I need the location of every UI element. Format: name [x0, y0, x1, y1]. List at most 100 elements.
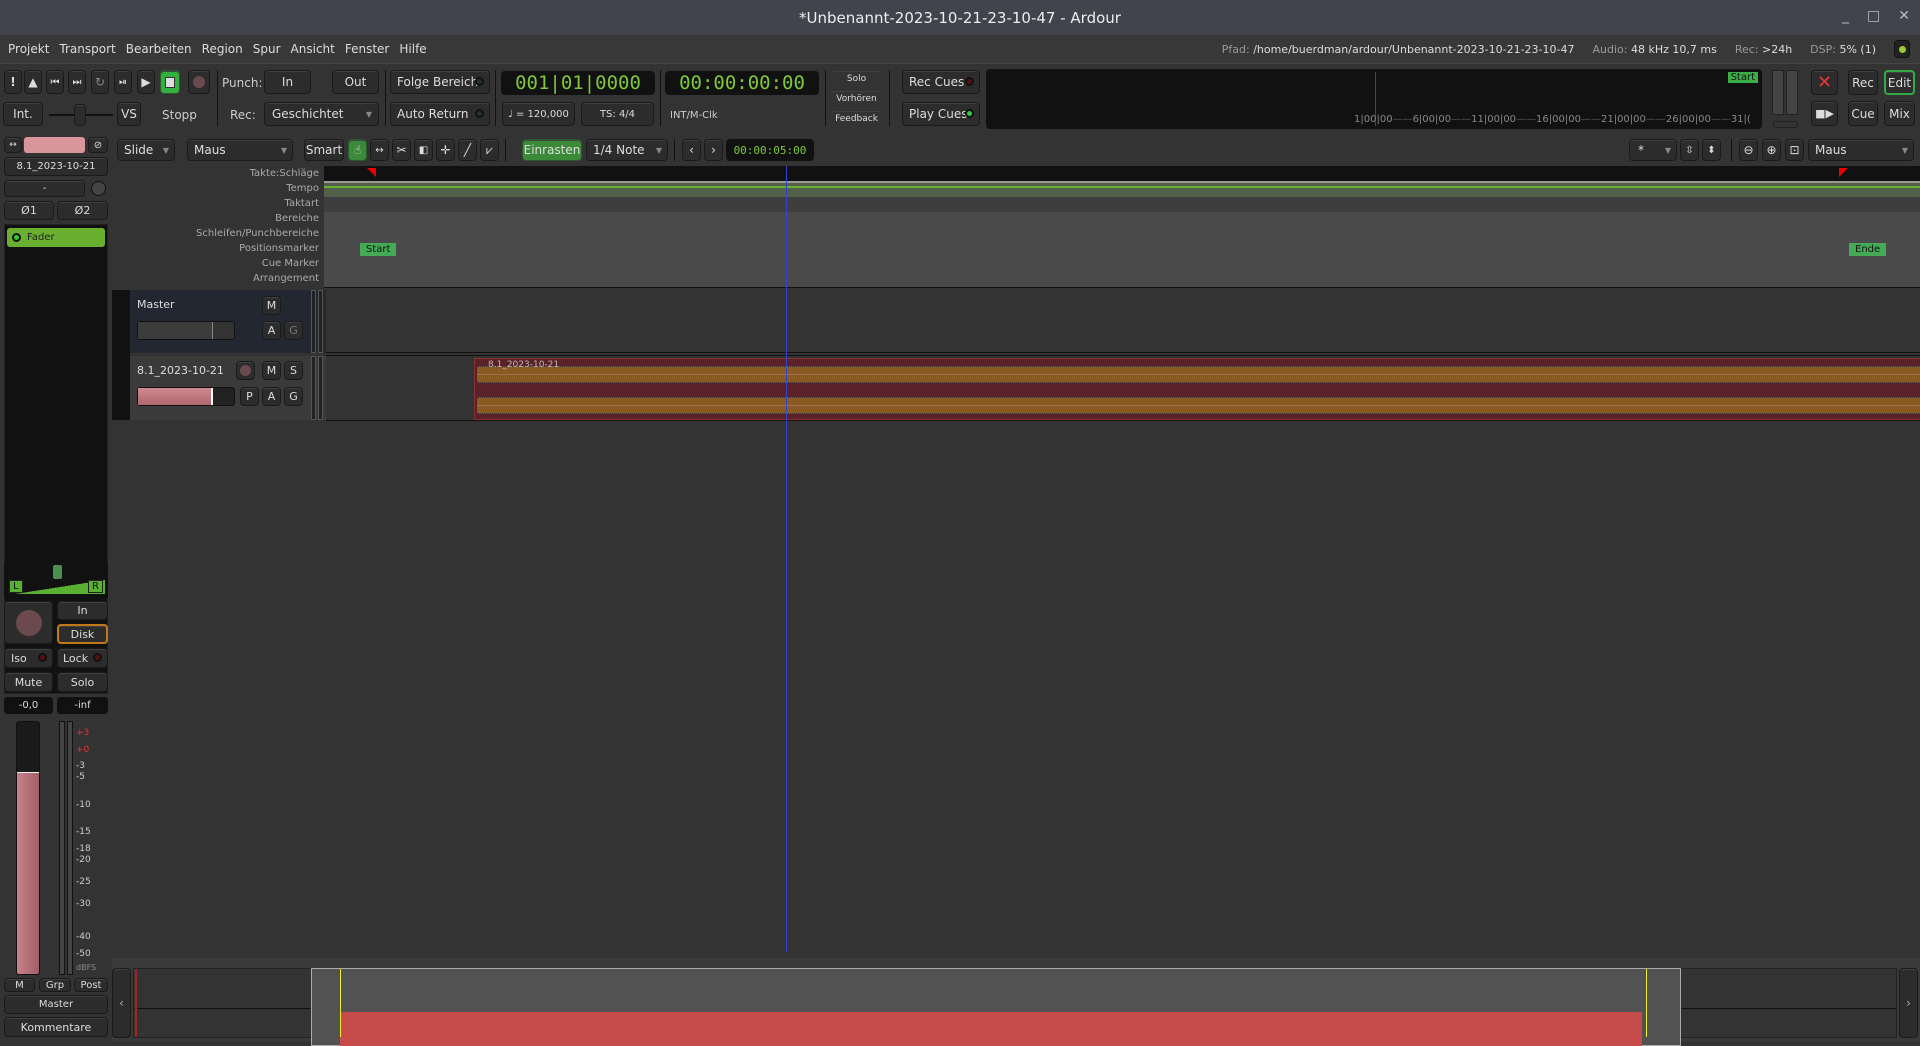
ruler-label-arrangement[interactable]: Arrangement — [112, 271, 322, 286]
mix-window-button[interactable]: Mix — [1884, 101, 1915, 126]
metronome-icon[interactable]: ▲ — [24, 70, 42, 94]
end-marker[interactable]: Ende — [1849, 243, 1887, 256]
input-meter-peak[interactable] — [1773, 121, 1798, 128]
shuttle-slider[interactable] — [74, 104, 86, 126]
menu-hilfe[interactable]: Hilfe — [399, 42, 426, 56]
ruler-label-loop-punch[interactable]: Schleifen/Punchbereiche — [112, 226, 322, 241]
peak-display[interactable]: -inf — [57, 697, 108, 714]
ruler-label-cue-markers[interactable]: Cue Marker — [112, 256, 322, 271]
edit-mode-dropdown[interactable]: Slide ▼ — [117, 139, 175, 161]
audition-indicator[interactable]: Vorhören — [830, 90, 883, 107]
error-log-icon[interactable]: ✕ — [1811, 70, 1838, 95]
grab-tool-icon[interactable]: ☝ — [348, 139, 367, 161]
nudge-backward-icon[interactable]: ‹ — [682, 139, 701, 161]
automation-button[interactable]: A — [262, 321, 281, 340]
menu-fenster[interactable]: Fenster — [345, 42, 390, 56]
grid-tool-icon[interactable]: ✛ — [436, 139, 455, 161]
goto-start-icon[interactable]: ⏮ — [46, 70, 64, 94]
menu-projekt[interactable]: Projekt — [8, 42, 49, 56]
edit-window-button[interactable]: Edit — [1884, 70, 1915, 95]
stretch-tool-icon[interactable]: ◧ — [414, 139, 433, 161]
secondary-clock-timecode[interactable]: 00:00:00:00 — [665, 71, 819, 95]
mute-button[interactable]: M — [262, 296, 281, 315]
gain-fader[interactable] — [16, 721, 40, 975]
auto-return-button[interactable]: Auto Return — [390, 102, 490, 126]
group-button[interactable]: G — [284, 321, 303, 340]
rec-window-button[interactable]: Rec — [1848, 70, 1878, 95]
zoom-focus-dropdown[interactable]: Maus ▼ — [1808, 139, 1914, 161]
rec-enable-button[interactable] — [4, 601, 53, 644]
range-tool-icon[interactable]: ↔ — [370, 139, 389, 161]
output-button[interactable]: Master — [4, 995, 108, 1014]
summary-overview[interactable] — [133, 968, 1897, 1046]
gain-display[interactable]: -0,0 — [4, 697, 53, 714]
goto-end-icon[interactable]: ⏭ — [68, 70, 86, 94]
tempo-button[interactable]: ♩ = 120,000 — [502, 102, 575, 126]
summary-scroll-right-icon[interactable]: › — [1899, 968, 1918, 1038]
track-gain-fader[interactable] — [137, 387, 235, 406]
menu-region[interactable]: Region — [202, 42, 243, 56]
meter-ruler[interactable] — [324, 197, 1920, 212]
audio-track-lane[interactable]: 8.1_2023-10-21 — [326, 355, 1920, 421]
panic-icon[interactable]: ! — [4, 70, 22, 94]
meter-point-m-button[interactable]: M — [4, 978, 35, 992]
track-header-master[interactable]: Master M A G — [130, 290, 326, 353]
fader-processor[interactable]: Fader — [7, 228, 105, 247]
punch-out-button[interactable]: Out — [332, 70, 379, 94]
playhead[interactable] — [786, 166, 787, 952]
zoom-in-icon[interactable]: ⊕ — [1762, 139, 1781, 161]
menu-transport[interactable]: Transport — [59, 42, 115, 56]
ruler-label-markers[interactable]: Positionsmarker — [112, 241, 322, 256]
track-color-swatch[interactable] — [24, 137, 85, 153]
menu-spur[interactable]: Spur — [253, 42, 281, 56]
phase-invert-1-button[interactable]: Ø1 — [4, 201, 54, 220]
meter-point-button[interactable]: Post — [74, 978, 108, 992]
follow-range-button[interactable]: Folge Bereich — [390, 70, 490, 94]
minimize-icon[interactable]: _ — [1842, 8, 1849, 24]
feedback-indicator[interactable]: Feedback — [830, 110, 883, 127]
tracks-canvas[interactable]: Master M A G 8.1_2023-10-21 M S P A G 8.… — [112, 288, 1920, 958]
track-name[interactable]: Master — [137, 298, 175, 311]
mute-button[interactable]: Mute — [4, 672, 53, 692]
maximize-icon[interactable]: □ — [1867, 8, 1880, 24]
master-track-lane[interactable] — [326, 290, 1920, 353]
input-trim-knob[interactable] — [91, 181, 106, 196]
monitor-disk-button[interactable]: Disk — [57, 624, 108, 644]
rec-arm-button[interactable] — [236, 361, 255, 380]
nudge-forward-icon[interactable]: › — [704, 139, 723, 161]
menu-bearbeiten[interactable]: Bearbeiten — [126, 42, 192, 56]
summary-pane[interactable]: ‹ › — [112, 958, 1920, 1046]
zoom-preset-dropdown[interactable]: * ▼ — [1629, 139, 1677, 161]
record-icon[interactable] — [188, 70, 210, 94]
cue-window-button[interactable]: Cue — [1848, 101, 1878, 126]
lock-button[interactable]: Lock — [57, 648, 108, 668]
hide-strip-icon[interactable]: ⊘ — [88, 137, 108, 153]
zoom-to-session-icon[interactable]: ⊡ — [1785, 139, 1804, 161]
monitor-input-button[interactable]: In — [57, 601, 108, 620]
shrink-tracks-icon[interactable]: ⇳ — [1680, 139, 1699, 161]
track-name[interactable]: 8.1_2023-10-21 — [137, 364, 224, 377]
smart-mode-button[interactable]: Smart — [304, 139, 344, 161]
vs-button[interactable]: VS — [117, 102, 141, 126]
ruler-label-meter[interactable]: Taktart — [112, 196, 322, 211]
playlist-button[interactable]: P — [240, 387, 259, 406]
width-toggle-icon[interactable]: ↔ — [4, 137, 22, 153]
primary-clock-bbt[interactable]: 001|01|0000 — [501, 71, 655, 95]
nudge-clock[interactable]: 00:00:05:00 — [726, 139, 814, 161]
iso-button[interactable]: Iso — [4, 648, 53, 668]
draw-tool-icon[interactable]: ╱ — [458, 139, 477, 161]
ruler-label-bbt[interactable]: Takte:Schläge — [112, 166, 322, 181]
play-icon[interactable]: ▶ — [137, 70, 155, 94]
panner[interactable]: L R — [4, 563, 108, 598]
pan-handle[interactable] — [53, 565, 62, 579]
ruler-label-ranges[interactable]: Bereiche — [112, 211, 322, 226]
start-marker[interactable]: Start — [360, 243, 397, 256]
mini-start-marker[interactable]: Start — [1727, 72, 1758, 83]
track-header-audio[interactable]: 8.1_2023-10-21 M S P A G — [130, 356, 326, 420]
solo-button[interactable]: Solo — [57, 672, 108, 692]
mute-button[interactable]: M — [262, 361, 281, 380]
rulers-area[interactable]: Start Ende — [324, 166, 1920, 288]
play-cues-button[interactable]: Play Cues — [902, 102, 980, 126]
dsp-led-button[interactable] — [1894, 40, 1910, 58]
solo-button[interactable]: S — [284, 361, 303, 380]
